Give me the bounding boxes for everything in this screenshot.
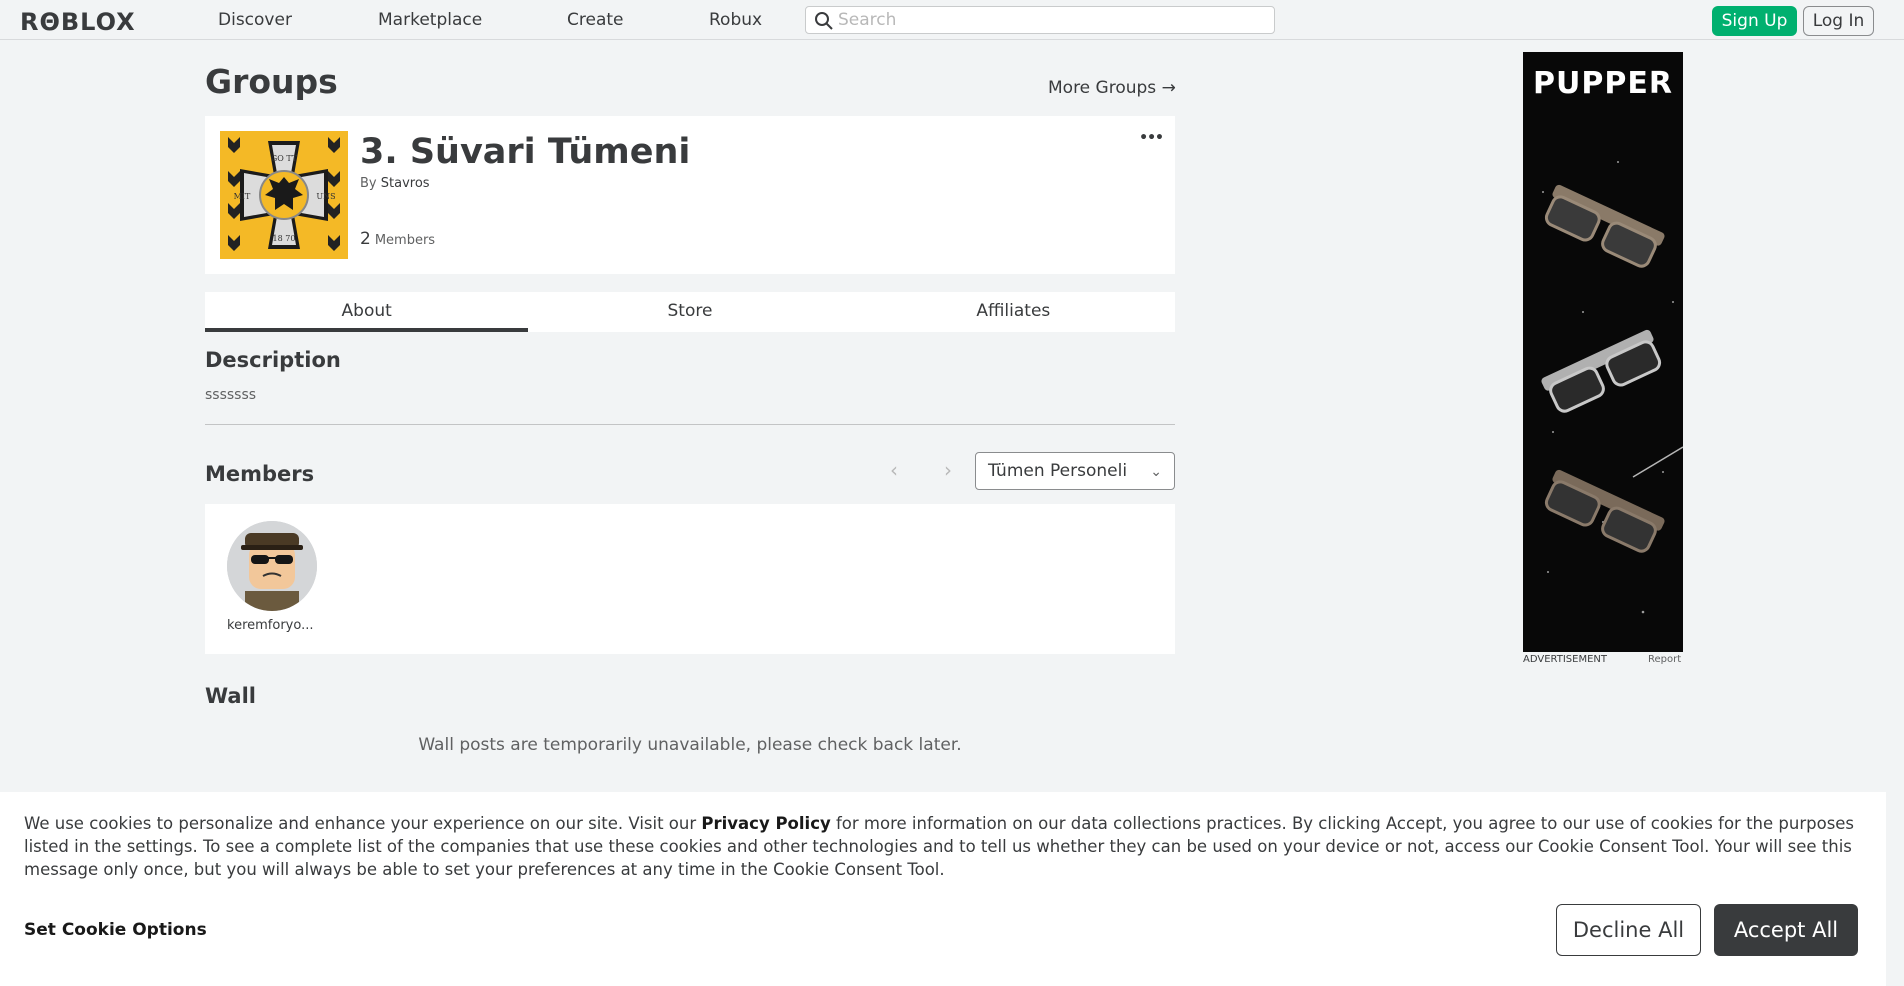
ad-report-link[interactable]: Report	[1648, 654, 1681, 665]
iron-cross-eagle-emblem: GO TT MIT UNS 18 70	[220, 131, 348, 259]
search-box	[805, 6, 1275, 34]
signup-button[interactable]: Sign Up	[1712, 6, 1797, 36]
group-owner-line: By Stavros	[360, 176, 430, 191]
by-prefix: By	[360, 176, 377, 191]
sunglasses-ad-image	[1523, 52, 1683, 652]
more-options-icon[interactable]: •••	[1139, 130, 1164, 146]
cookie-consent-banner: We use cookies to personalize and enhanc…	[0, 792, 1886, 986]
login-button[interactable]: Log In	[1803, 6, 1874, 36]
roblox-logo[interactable]: RΘBLOX	[20, 8, 136, 36]
search-icon	[815, 12, 833, 30]
tab-about[interactable]: About	[205, 292, 529, 332]
nav-create[interactable]: Create	[567, 10, 624, 30]
decline-all-button[interactable]: Decline All	[1556, 904, 1701, 956]
prev-page-icon[interactable]: ‹	[890, 458, 898, 482]
accept-all-button[interactable]: Accept All	[1714, 904, 1858, 956]
group-header-card: GO TT MIT UNS 18 70 3. Süvari Tümeni By …	[205, 116, 1175, 274]
search-input[interactable]	[838, 9, 1258, 31]
member-avatar[interactable]	[227, 521, 317, 611]
group-member-count: 2 Members	[360, 229, 435, 249]
description-text: sssssss	[205, 387, 257, 403]
tab-affiliates[interactable]: Affiliates	[852, 292, 1175, 332]
group-tabs: About Store Affiliates	[205, 292, 1175, 332]
members-list: keremforyo...	[205, 504, 1175, 654]
member-avatar-image	[227, 521, 317, 611]
chevron-down-icon: ⌄	[1150, 464, 1162, 480]
next-page-icon[interactable]: ›	[944, 458, 952, 482]
section-divider	[205, 424, 1175, 425]
nav-robux[interactable]: Robux	[709, 10, 762, 30]
top-navigation-bar: RΘBLOX Discover Marketplace Create Robux…	[0, 0, 1904, 40]
advertisement-banner[interactable]: PUPPER	[1523, 52, 1683, 652]
page-title: Groups	[205, 62, 338, 101]
members-title: Members	[205, 462, 315, 486]
group-owner-link[interactable]: Stavros	[381, 176, 430, 191]
emblem-text-left: MIT	[234, 192, 251, 201]
nav-marketplace[interactable]: Marketplace	[378, 10, 482, 30]
group-emblem: GO TT MIT UNS 18 70	[220, 131, 348, 259]
cookie-text-part-1: We use cookies to personalize and enhanc…	[24, 814, 702, 833]
member-count-label: Members	[374, 233, 436, 248]
more-groups-link[interactable]: More Groups →	[1048, 78, 1176, 98]
wall-title: Wall	[205, 684, 256, 708]
role-select-value: Tümen Personeli	[988, 461, 1128, 481]
cookie-consent-text: We use cookies to personalize and enhanc…	[24, 812, 1864, 881]
wall-unavailable-message: Wall posts are temporarily unavailable, …	[418, 735, 962, 755]
member-count-value: 2	[360, 229, 371, 249]
set-cookie-options-link[interactable]: Set Cookie Options	[24, 920, 207, 940]
member-name[interactable]: keremforyo...	[227, 618, 317, 633]
emblem-text-right: UNS	[316, 192, 335, 201]
emblem-text-bottom: 18 70	[273, 234, 296, 243]
ad-label: ADVERTISEMENT	[1523, 654, 1608, 665]
group-name: 3. Süvari Tümeni	[360, 132, 691, 172]
nav-discover[interactable]: Discover	[218, 10, 292, 30]
emblem-text-top: GO TT	[271, 154, 298, 163]
tab-store[interactable]: Store	[528, 292, 851, 332]
description-title: Description	[205, 348, 341, 372]
ad-title: PUPPER	[1533, 66, 1673, 101]
role-select-dropdown[interactable]: Tümen Personeli ⌄	[975, 452, 1175, 490]
privacy-policy-link[interactable]: Privacy Policy	[701, 814, 830, 833]
